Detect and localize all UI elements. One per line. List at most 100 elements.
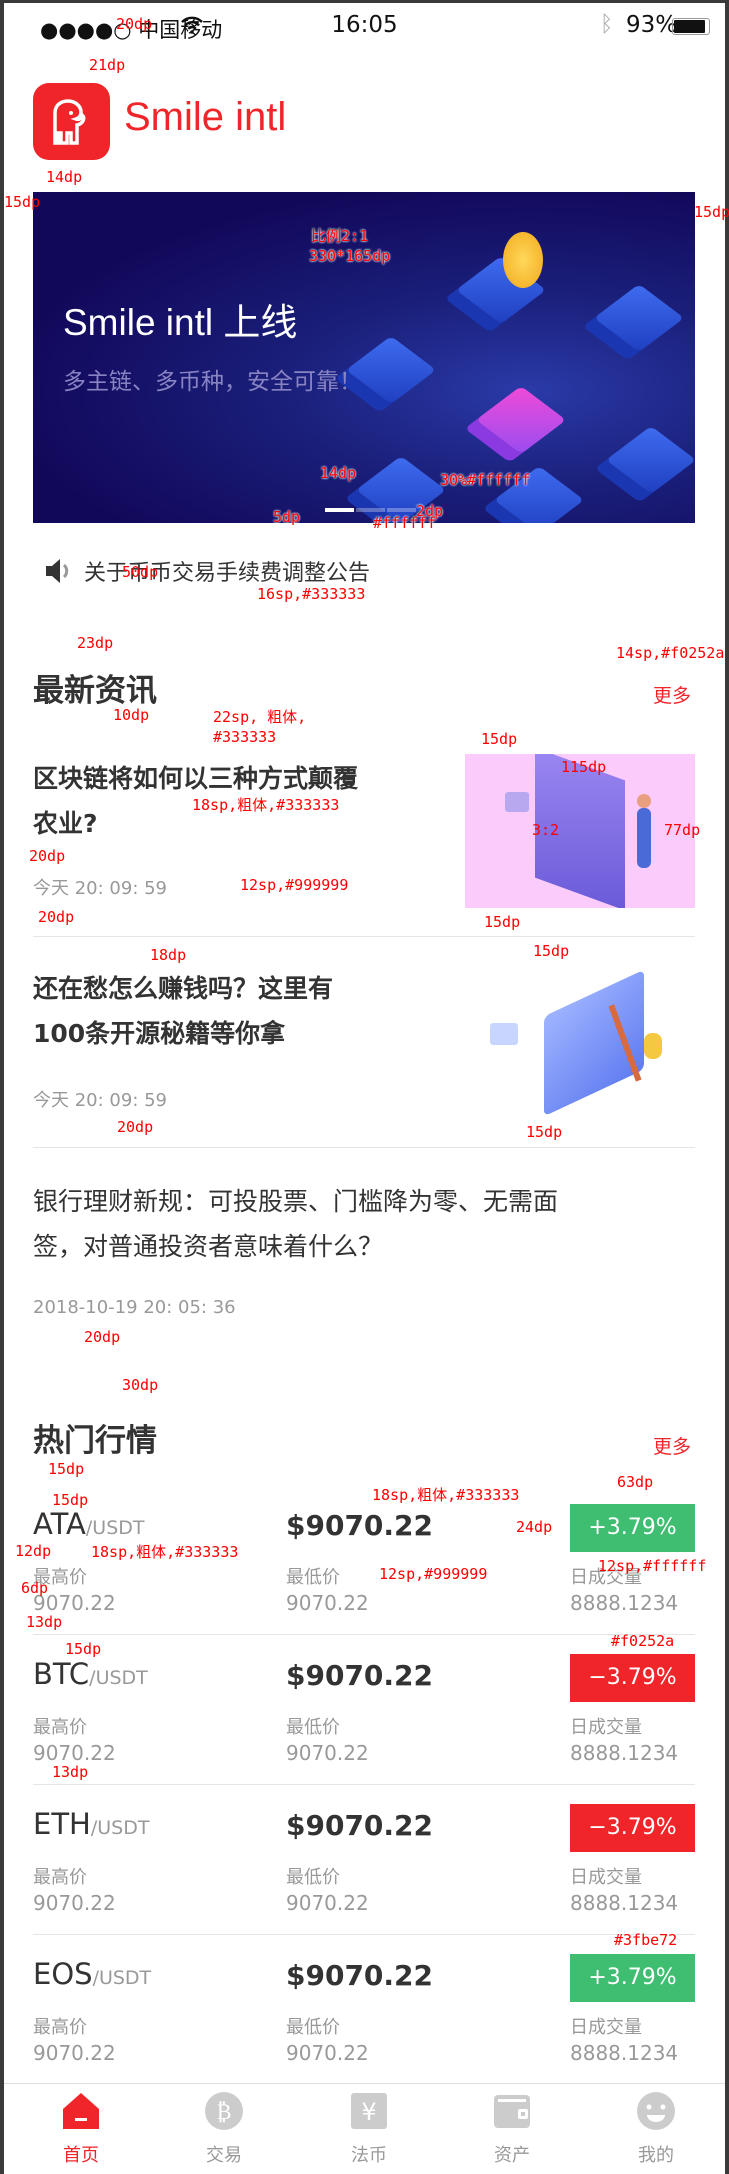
spec-annotation: 18sp,粗体,#333333 [372, 1486, 520, 1504]
high-value: 9070.22 [33, 1741, 116, 1765]
spec-annotation: 14dp [320, 464, 357, 482]
carousel-dot-active[interactable] [325, 508, 354, 512]
yen-icon: ¥ [349, 2093, 389, 2135]
spec-annotation: 6dp [21, 1579, 49, 1597]
spec-annotation: 15dp [533, 942, 570, 960]
market-price: $9070.22 [286, 1959, 434, 1992]
spec-annotation: 20dp [117, 1118, 154, 1136]
battery-icon [672, 18, 710, 35]
spec-annotation: 18sp,粗体,#333333 [192, 796, 340, 814]
app-logo [33, 83, 110, 160]
divider [33, 1784, 695, 1785]
market-quote: /USDT [90, 1817, 150, 1839]
low-value: 9070.22 [286, 1891, 369, 1915]
market-quote: /USDT [89, 1667, 148, 1689]
tab-0[interactable]: 首页 [31, 2091, 131, 2167]
news-more-link[interactable]: 更多 [653, 681, 691, 708]
spec-annotation: 77dp [664, 821, 701, 839]
market-quote: /USDT [85, 1517, 145, 1539]
spec-annotation: 12sp,#ffffff [598, 1557, 707, 1575]
news-title: 签，对普通投资者意味着什么？ [33, 1232, 384, 1261]
market-row[interactable]: ETH/USDT $9070.22 −3.79% 最高价 最低价 日成交量 90… [4, 1801, 725, 1933]
change-badge: −3.79% [570, 1654, 695, 1702]
spec-annotation: 30%#ffffff [440, 471, 531, 489]
spec-annotation: 3:2 [532, 821, 560, 839]
spec-annotation: 30dp [122, 1376, 159, 1394]
market-price: $9070.22 [286, 1509, 434, 1542]
low-label: 最低价 [286, 1717, 340, 1738]
tabbar-divider [4, 2083, 725, 2084]
low-value: 9070.22 [286, 2041, 369, 2065]
market-section-title: 热门行情 [33, 1423, 157, 1459]
spec-annotation: 10dp [113, 706, 150, 724]
divider [33, 936, 695, 937]
market-symbol: BTC/USDT [33, 1657, 148, 1691]
spec-annotation: 12dp [15, 1542, 52, 1560]
divider [33, 1934, 695, 1935]
bitcoin-icon: ₿ [204, 2092, 244, 2135]
market-price: $9070.22 [286, 1809, 434, 1842]
bitcoin-coin-graphic [503, 232, 543, 288]
market-row[interactable]: BTC/USDT $9070.22 −3.79% 最高价 最低价 日成交量 90… [4, 1651, 725, 1783]
spec-annotation: 15dp [526, 1123, 563, 1141]
high-value: 9070.22 [33, 2041, 116, 2065]
spec-annotation: 14sp,#f0252a [616, 644, 725, 662]
bluetooth-icon: ᛒ [600, 12, 614, 37]
spec-annotation: 13dp [26, 1613, 63, 1631]
news-title: 区块链将如何以三种方式颠覆 [33, 764, 359, 793]
svg-text:₿: ₿ [216, 2100, 231, 2125]
status-bar: ●●●●○ 中国移动 16:05 ᛒ 93% [4, 6, 725, 46]
carousel-dot[interactable] [387, 508, 416, 512]
low-value: 9070.22 [286, 1741, 369, 1765]
battery-percent: 93% [626, 12, 678, 38]
tab-2[interactable]: ¥ 法币 [319, 2091, 419, 2167]
market-more-link[interactable]: 更多 [653, 1432, 691, 1459]
carousel-dot[interactable] [356, 508, 385, 512]
change-badge: +3.79% [570, 1954, 695, 2002]
news-time: 2018-10-19 20: 05: 36 [33, 1297, 236, 1318]
spec-annotation: 63dp [617, 1473, 654, 1491]
banner-subtitle: 多主链、多币种，安全可靠！ [63, 369, 362, 395]
low-label: 最低价 [286, 2017, 340, 2038]
news-item[interactable]: 区块链将如何以三种方式颠覆 农业? 今天 20: 09: 59 [4, 748, 725, 936]
wallet-icon [492, 2095, 532, 2135]
app-name: Smile intl [124, 95, 287, 139]
low-label: 最低价 [286, 1867, 340, 1888]
spec-annotation: #3fbe72 [614, 1931, 678, 1949]
svg-text:¥: ¥ [361, 2098, 376, 2126]
market-row[interactable]: EOS/USDT $9070.22 +3.79% 最高价 最低价 日成交量 90… [4, 1951, 725, 2083]
divider [33, 1634, 695, 1635]
market-symbol: EOS/USDT [33, 1957, 152, 1991]
volume-value: 8888.1234 [570, 1741, 679, 1765]
spec-annotation: 15dp [4, 193, 41, 211]
news-time: 今天 20: 09: 59 [33, 878, 168, 899]
tab-3[interactable]: 资产 [462, 2091, 562, 2167]
spec-annotation: 18dp [150, 946, 187, 964]
news-title: 100条开源秘籍等你拿 [33, 1019, 286, 1048]
spec-annotation: 16sp,#333333 [257, 585, 366, 603]
tab-1[interactable]: ₿ 交易 [174, 2091, 274, 2167]
spec-annotation: 15dp [484, 913, 521, 931]
market-symbol: ETH/USDT [33, 1807, 150, 1841]
high-label: 最高价 [33, 1867, 87, 1888]
news-thumbnail [465, 754, 695, 908]
spec-annotation: 50dp [122, 563, 159, 581]
volume-label: 日成交量 [570, 1867, 642, 1888]
news-section-title: 最新资讯 [33, 673, 157, 709]
smiley-icon [636, 2092, 676, 2135]
spec-annotation: 22sp, 粗体, [213, 708, 307, 726]
divider [33, 1147, 695, 1148]
news-item[interactable]: 还在愁怎么赚钱吗？这里有 100条开源秘籍等你拿 今天 20: 09: 59 [4, 958, 725, 1146]
banner-title: Smile intl 上线 [63, 302, 298, 343]
spec-annotation: 20dp [116, 15, 153, 33]
spec-annotation: 12sp,#999999 [379, 1565, 488, 1583]
tab-4[interactable]: 我的 [606, 2091, 706, 2167]
spec-annotation: 12sp,#999999 [240, 876, 349, 894]
news-item[interactable]: 银行理财新规：可投股票、门槛降为零、无需面 签，对普通投资者意味着什么？ 2018… [4, 1171, 725, 1331]
news-thumbnail [484, 969, 684, 1117]
spec-annotation: 20dp [38, 908, 75, 926]
change-badge: −3.79% [570, 1804, 695, 1852]
high-label: 最高价 [33, 1717, 87, 1738]
speaker-icon [46, 559, 69, 583]
spec-annotation: 20dp [29, 847, 66, 865]
